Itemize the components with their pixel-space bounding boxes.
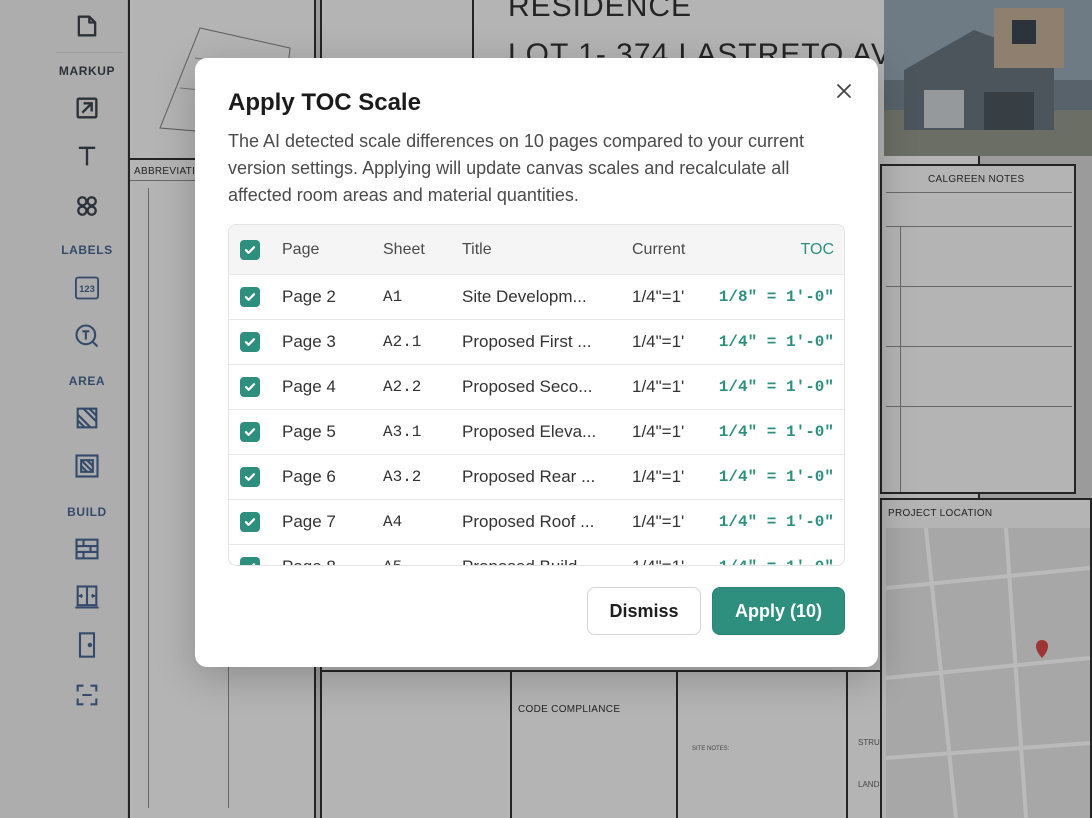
row-current-scale: 1/4"=1' xyxy=(632,377,685,396)
row-title: Proposed Roof ... xyxy=(462,512,595,531)
column-header-title: Title xyxy=(462,240,492,258)
table-row[interactable]: Page 8 A5 Proposed Build... 1/4"=1' 1/4"… xyxy=(229,545,844,565)
row-sheet: A2.2 xyxy=(383,378,422,396)
row-sheet: A5 xyxy=(383,558,402,565)
row-page: Page 4 xyxy=(282,377,336,396)
row-toc-scale: 1/4" = 1'-0" xyxy=(718,468,834,486)
row-checkbox[interactable] xyxy=(240,332,260,352)
table-header: Page Sheet Title Current TOC xyxy=(229,225,844,275)
check-icon xyxy=(244,293,256,301)
table-row[interactable]: Page 7 A4 Proposed Roof ... 1/4"=1' 1/4"… xyxy=(229,500,844,545)
row-page: Page 3 xyxy=(282,332,336,351)
column-header-page: Page xyxy=(282,240,320,258)
row-page: Page 7 xyxy=(282,512,336,531)
column-header-toc: TOC xyxy=(800,240,834,258)
row-title: Proposed Eleva... xyxy=(462,422,597,441)
row-toc-scale: 1/4" = 1'-0" xyxy=(718,333,834,351)
row-current-scale: 1/4"=1' xyxy=(632,557,684,565)
row-title: Proposed Seco... xyxy=(462,377,593,396)
row-checkbox[interactable] xyxy=(240,512,260,532)
row-title: Proposed First ... xyxy=(462,332,592,351)
row-current-scale: 1/4"=1' xyxy=(632,422,685,441)
row-page: Page 6 xyxy=(282,467,336,486)
check-icon xyxy=(244,473,256,481)
check-icon xyxy=(244,518,256,526)
row-current-scale: 1/4"=1' xyxy=(632,287,685,306)
row-checkbox[interactable] xyxy=(240,467,260,487)
row-sheet: A4 xyxy=(383,513,403,531)
check-icon xyxy=(244,338,256,346)
row-current-scale: 1/4"=1' xyxy=(632,512,685,531)
row-sheet: A3.2 xyxy=(383,468,422,486)
dialog-description: The AI detected scale differences on 10 … xyxy=(228,131,805,205)
row-toc-scale: 1/8" = 1'-0" xyxy=(718,288,834,306)
row-sheet: A2.1 xyxy=(383,333,422,351)
close-button[interactable] xyxy=(831,78,857,104)
table-row[interactable]: Page 6 A3.2 Proposed Rear ... 1/4"=1' 1/… xyxy=(229,455,844,500)
select-all-checkbox[interactable] xyxy=(240,239,260,260)
row-sheet: A1 xyxy=(383,288,403,306)
row-title: Proposed Rear ... xyxy=(462,467,596,486)
table-row[interactable]: Page 4 A2.2 Proposed Seco... 1/4"=1' 1/4… xyxy=(229,365,844,410)
column-header-sheet: Sheet xyxy=(383,240,425,258)
scale-differences-table[interactable]: Page Sheet Title Current TOC Page 2 A1 S… xyxy=(228,224,845,566)
column-header-current: Current xyxy=(632,240,686,258)
row-toc-scale: 1/4" = 1'-0" xyxy=(718,423,834,441)
row-checkbox[interactable] xyxy=(240,287,260,307)
check-icon xyxy=(251,563,256,565)
check-icon xyxy=(244,428,256,436)
row-toc-scale: 1/4" = 1'-0" xyxy=(719,558,834,565)
row-page: Page 5 xyxy=(282,422,336,441)
table-row[interactable]: Page 5 A3.1 Proposed Eleva... 1/4"=1' 1/… xyxy=(229,410,844,455)
row-title: Proposed Build... xyxy=(462,557,614,565)
apply-toc-scale-dialog: Apply TOC Scale The AI detected scale di… xyxy=(195,58,878,667)
row-current-scale: 1/4"=1' xyxy=(632,467,685,486)
row-checkbox[interactable] xyxy=(240,377,260,397)
row-title: Site Developm... xyxy=(462,287,587,306)
row-page: Page 2 xyxy=(282,287,336,306)
table-row[interactable]: Page 2 A1 Site Developm... 1/4"=1' 1/8" … xyxy=(229,275,844,320)
row-toc-scale: 1/4" = 1'-0" xyxy=(718,513,834,531)
row-sheet: A3.1 xyxy=(383,423,422,441)
check-icon xyxy=(244,245,256,254)
row-current-scale: 1/4"=1' xyxy=(632,332,685,351)
check-icon xyxy=(244,383,256,391)
dismiss-button[interactable]: Dismiss xyxy=(587,587,701,635)
apply-button[interactable]: Apply (10) xyxy=(712,587,845,635)
row-toc-scale: 1/4" = 1'-0" xyxy=(718,378,834,396)
row-checkbox[interactable] xyxy=(240,422,260,442)
close-icon xyxy=(837,84,851,98)
row-page: Page 8 xyxy=(282,557,336,565)
dialog-title: Apply TOC Scale xyxy=(228,89,421,116)
table-row[interactable]: Page 3 A2.1 Proposed First ... 1/4"=1' 1… xyxy=(229,320,844,365)
row-checkbox[interactable] xyxy=(240,557,260,565)
